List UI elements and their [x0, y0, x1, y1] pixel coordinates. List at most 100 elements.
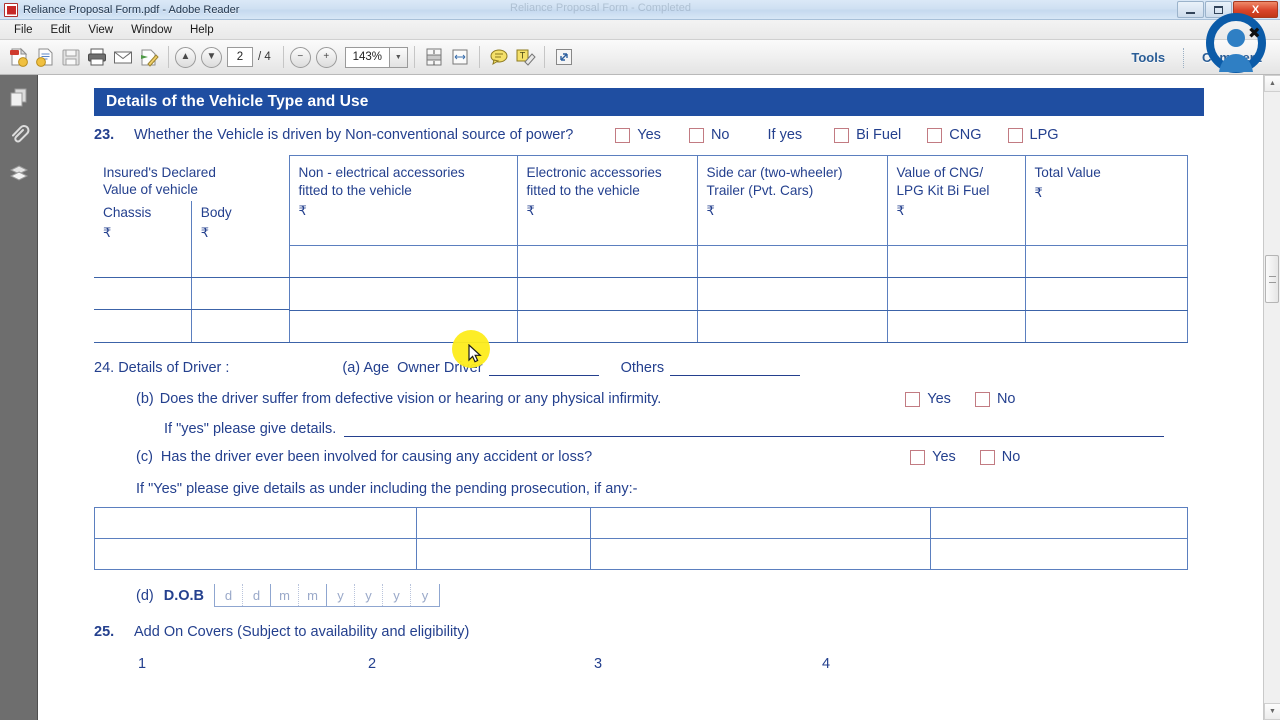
row1-sidecar-cell[interactable]: [696, 245, 888, 279]
row3-cng-cell[interactable]: [886, 310, 1026, 344]
export-pdf-icon[interactable]: [32, 44, 58, 70]
dob-month-1[interactable]: m: [271, 584, 300, 607]
create-pdf-icon[interactable]: [6, 44, 32, 70]
row2-total-cell[interactable]: [1024, 277, 1188, 311]
q24c-no-checkbox[interactable]: [979, 449, 995, 465]
row1-cng-cell[interactable]: [886, 245, 1026, 279]
q23-no-group[interactable]: No: [688, 127, 729, 143]
email-icon[interactable]: [110, 44, 136, 70]
q23-yes-checkbox[interactable]: [615, 127, 631, 143]
next-page-button[interactable]: ▼: [201, 46, 222, 68]
row3-total-cell[interactable]: [1024, 310, 1188, 344]
row2-sidecar-cell[interactable]: [696, 277, 888, 311]
driver-row2-cell4[interactable]: [930, 538, 1188, 571]
zoom-level-input[interactable]: 143%: [344, 46, 389, 68]
row2-body-cell[interactable]: [191, 277, 289, 311]
row1-electronic-cell[interactable]: [516, 245, 698, 279]
q24b-yes-checkbox[interactable]: [905, 391, 921, 407]
q24-owner-driver-input[interactable]: [488, 375, 599, 377]
dob-day-2[interactable]: d: [243, 584, 272, 607]
driver-row2-cell3[interactable]: [590, 538, 931, 571]
driver-row1-cell1[interactable]: [94, 507, 417, 540]
q24b-details-input[interactable]: [344, 436, 1165, 438]
read-mode-icon[interactable]: [551, 44, 577, 70]
tools-button[interactable]: Tools: [1113, 50, 1183, 65]
driver-row2-cell1[interactable]: [94, 538, 417, 571]
row2-electronic-cell[interactable]: [516, 277, 698, 311]
fit-width-icon[interactable]: [447, 44, 473, 70]
menu-window[interactable]: Window: [123, 22, 180, 38]
document-viewport[interactable]: Details of the Vehicle Type and Use 23. …: [38, 75, 1263, 720]
dob-year-1[interactable]: y: [327, 584, 356, 607]
page-number-input[interactable]: 2: [227, 47, 253, 67]
dob-month-2[interactable]: m: [299, 584, 328, 607]
row2-non-electrical-cell[interactable]: [288, 277, 518, 311]
menu-edit[interactable]: Edit: [43, 22, 79, 38]
q24b-no-group[interactable]: No: [974, 391, 1015, 407]
q24c-yes-checkbox[interactable]: [910, 449, 926, 465]
dob-year-2[interactable]: y: [355, 584, 384, 607]
zoom-dropdown-button[interactable]: ▼: [388, 46, 408, 68]
row3-non-electrical-cell[interactable]: [288, 310, 518, 344]
zoom-in-button[interactable]: +: [315, 46, 337, 68]
table-row[interactable]: [94, 507, 1188, 540]
table-row[interactable]: [94, 538, 1188, 571]
row3-electronic-cell[interactable]: [516, 310, 698, 344]
fit-page-icon[interactable]: [421, 44, 447, 70]
q23-bifuel-checkbox[interactable]: [834, 127, 850, 143]
row1-non-electrical-cell[interactable]: [288, 245, 518, 279]
driver-row1-cell4[interactable]: [930, 507, 1188, 540]
driver-row1-cell3[interactable]: [590, 507, 931, 540]
row2-chassis-cell[interactable]: [94, 277, 192, 311]
comment-button[interactable]: Comment: [1184, 50, 1280, 65]
zoom-out-button[interactable]: −: [289, 46, 311, 68]
row2-cng-cell[interactable]: [886, 277, 1026, 311]
attachments-icon[interactable]: [7, 123, 31, 147]
page-thumbnails-icon[interactable]: [7, 85, 31, 109]
row3-idv[interactable]: [94, 310, 289, 343]
menu-help[interactable]: Help: [182, 22, 222, 38]
previous-page-button[interactable]: ▲: [175, 46, 196, 68]
row3-sidecar-cell[interactable]: [696, 310, 888, 344]
driver-row2-cell2[interactable]: [416, 538, 591, 571]
close-button[interactable]: X: [1233, 1, 1278, 18]
minimize-button[interactable]: [1177, 1, 1204, 18]
row1-chassis-cell[interactable]: [94, 245, 192, 278]
q24b-yes-group[interactable]: Yes: [905, 391, 951, 407]
scroll-up-button[interactable]: ▲: [1264, 75, 1280, 92]
table-row[interactable]: [94, 310, 1188, 344]
row3-chassis-cell[interactable]: [94, 310, 192, 343]
print-icon[interactable]: [84, 44, 110, 70]
q24b-no-checkbox[interactable]: [974, 391, 990, 407]
close-overlay-button[interactable]: ✖: [1248, 24, 1261, 42]
dob-day-1[interactable]: d: [215, 584, 244, 607]
dob-year-3[interactable]: y: [383, 584, 412, 607]
row1-total-cell[interactable]: [1024, 245, 1188, 279]
table-row[interactable]: [94, 245, 1188, 279]
text-edit-icon[interactable]: T: [512, 44, 538, 70]
scroll-down-button[interactable]: ▼: [1264, 703, 1280, 720]
q24c-no-group[interactable]: No: [979, 449, 1020, 465]
dob-year-4[interactable]: y: [411, 584, 439, 606]
q24-others-input[interactable]: [670, 375, 801, 377]
q23-no-checkbox[interactable]: [688, 127, 704, 143]
q23-cng-checkbox[interactable]: [927, 127, 943, 143]
driver-row1-cell2[interactable]: [416, 507, 591, 540]
comment-bubble-icon[interactable]: [486, 44, 512, 70]
scrollbar-thumb[interactable]: [1265, 255, 1279, 303]
q23-bifuel-group[interactable]: Bi Fuel: [834, 127, 901, 143]
row1-idv[interactable]: [94, 245, 289, 278]
maximize-button[interactable]: [1205, 1, 1232, 18]
dob-input-group[interactable]: d d m m y y y y: [214, 584, 441, 608]
table-row[interactable]: [94, 277, 1188, 311]
q23-yes-group[interactable]: Yes: [615, 127, 661, 143]
q24c-yes-group[interactable]: Yes: [910, 449, 956, 465]
send-file-icon[interactable]: [136, 44, 162, 70]
q23-cng-group[interactable]: CNG: [927, 127, 982, 143]
vertical-scrollbar[interactable]: ▲ ▼: [1263, 75, 1280, 720]
q23-lpg-checkbox[interactable]: [1007, 127, 1023, 143]
save-icon[interactable]: [58, 44, 84, 70]
row3-body-cell[interactable]: [191, 310, 289, 343]
row1-body-cell[interactable]: [191, 245, 289, 278]
menu-file[interactable]: File: [6, 22, 41, 38]
